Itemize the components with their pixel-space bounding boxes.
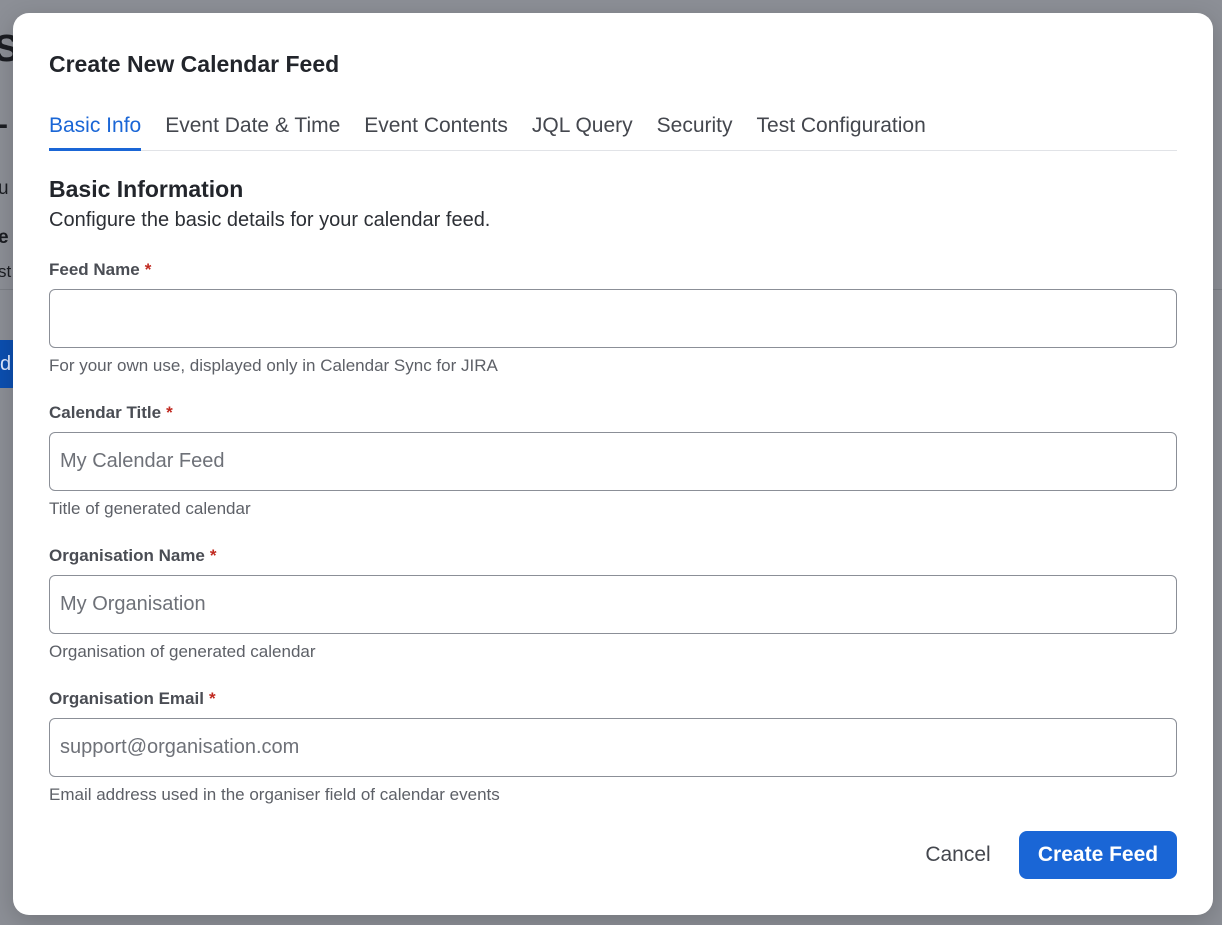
tab-bar: Basic Info Event Date & Time Event Conte… [49, 109, 1177, 151]
background-text-fragment: u [0, 178, 9, 199]
feed-name-field: Feed Name * For your own use, displayed o… [49, 259, 1177, 377]
feed-name-label: Feed Name [49, 260, 140, 279]
tab-security[interactable]: Security [657, 109, 733, 151]
organisation-email-help: Email address used in the organiser fiel… [49, 785, 500, 804]
field-label: Feed Name * [49, 259, 1177, 281]
required-marker: * [144, 260, 152, 279]
section-subtitle: Configure the basic details for your cal… [49, 209, 491, 231]
calendar-title-label: Calendar Title [49, 403, 162, 422]
organisation-email-label: Organisation Email [49, 689, 204, 708]
background-button-label: d [0, 353, 12, 375]
required-marker: * [208, 689, 216, 708]
organisation-name-field: Organisation Name* Organisation of gener… [49, 545, 1177, 663]
organisation-email-field: Organisation Email* Email address used i… [49, 688, 1177, 806]
tab-basic-info[interactable]: Basic Info [49, 109, 142, 151]
organisation-name-label: Organisation Name [49, 546, 205, 565]
tab-event-date-time[interactable]: Event Date & Time [165, 109, 340, 151]
tab-jql-query[interactable]: JQL Query [532, 109, 633, 151]
cancel-button[interactable]: Cancel [908, 831, 1008, 879]
organisation-name-help: Organisation of generated calendar [49, 642, 316, 661]
field-label: Organisation Name * [49, 545, 1177, 567]
create-feed-button[interactable]: Create Feed [1019, 831, 1177, 879]
background-text-fragment: st [0, 262, 12, 281]
organisation-email-input[interactable] [49, 718, 1177, 777]
feed-name-input[interactable] [49, 289, 1177, 348]
section-title: Basic Information [49, 176, 244, 202]
feed-name-help: For your own use, displayed only in Cale… [49, 356, 498, 375]
create-feed-dialog: Create New Calendar Feed Basic Info Even… [13, 13, 1213, 915]
field-label: Organisation Email * [49, 688, 1177, 710]
required-marker: * [209, 546, 217, 565]
tab-test-configuration[interactable]: Test Configuration [757, 109, 926, 151]
background-text-fragment: - [0, 108, 8, 142]
dialog-title: Create New Calendar Feed [49, 51, 340, 77]
field-label: Calendar Title * [49, 402, 1177, 424]
calendar-title-help: Title of generated calendar [49, 499, 251, 518]
background-button: d [0, 340, 14, 388]
tab-event-contents[interactable]: Event Contents [364, 109, 508, 151]
calendar-title-input[interactable] [49, 432, 1177, 491]
background-text-fragment: e [0, 227, 9, 248]
required-marker: * [166, 403, 173, 422]
organisation-name-input[interactable] [49, 575, 1177, 634]
calendar-title-field: Calendar Title* Title of generated calen… [49, 402, 1177, 520]
